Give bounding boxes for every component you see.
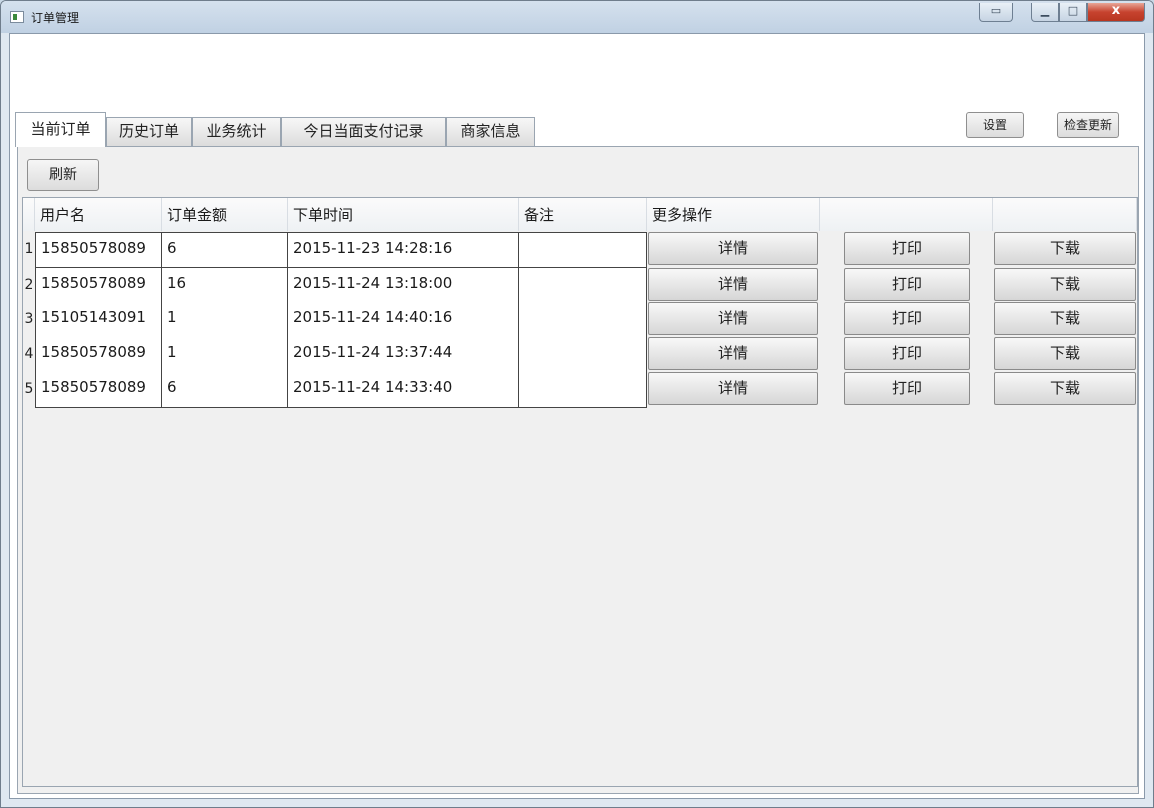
row-number: 2 [24, 277, 34, 293]
cell-user[interactable]: 15850578089 [35, 372, 162, 408]
cell-amount[interactable]: 6 [162, 372, 288, 408]
cell-note[interactable] [519, 232, 647, 268]
title-bar[interactable]: 订单管理 ▭ ▁ □ x [1, 1, 1153, 33]
tab-today-payments[interactable]: 今日当面支付记录 [281, 117, 446, 146]
cell-note[interactable] [519, 302, 647, 338]
app-window: 订单管理 ▭ ▁ □ x 当前订单 历史订单 业务统计 今日当面支付记录 商家信… [0, 0, 1154, 808]
check-update-button[interactable]: 检查更新 [1057, 112, 1119, 138]
cell-time[interactable]: 2015-11-24 14:40:16 [288, 302, 519, 338]
minimize-button[interactable]: ▁ [1031, 3, 1059, 22]
download-button[interactable]: 下载 [994, 268, 1136, 301]
cell-amount[interactable]: 6 [162, 232, 288, 268]
orders-table: 用户名 订单金额 下单时间 备注 更多操作 1 15850578089 6 20… [22, 197, 1138, 787]
column-header-time[interactable]: 下单时间 [288, 198, 519, 231]
tab-business-stats[interactable]: 业务统计 [192, 117, 281, 146]
client-area: 当前订单 历史订单 业务统计 今日当面支付记录 商家信息 设置 检查更新 刷新 … [9, 33, 1145, 799]
cell-user[interactable]: 15850578089 [35, 337, 162, 373]
tab-merchant-info[interactable]: 商家信息 [446, 117, 535, 146]
tab-history-orders[interactable]: 历史订单 [106, 117, 192, 146]
column-header-user[interactable]: 用户名 [35, 198, 162, 231]
cell-note[interactable] [519, 268, 647, 304]
cell-time[interactable]: 2015-11-23 14:28:16 [288, 232, 519, 268]
detail-button[interactable]: 详情 [648, 337, 818, 370]
detail-button[interactable]: 详情 [648, 372, 818, 405]
cell-note[interactable] [519, 372, 647, 408]
cell-time[interactable]: 2015-11-24 13:18:00 [288, 268, 519, 304]
cell-time[interactable]: 2015-11-24 13:37:44 [288, 337, 519, 373]
minimize-icon: ▁ [1040, 4, 1050, 17]
cell-amount[interactable]: 1 [162, 302, 288, 338]
row-number: 5 [24, 381, 34, 397]
maximize-button[interactable]: □ [1059, 3, 1087, 22]
cell-note[interactable] [519, 337, 647, 373]
detail-button[interactable]: 详情 [648, 268, 818, 301]
settings-button[interactable]: 设置 [966, 112, 1024, 138]
print-button[interactable]: 打印 [844, 268, 970, 301]
print-button[interactable]: 打印 [844, 302, 970, 335]
download-button[interactable]: 下载 [994, 302, 1136, 335]
cell-amount[interactable]: 1 [162, 337, 288, 373]
column-header-more-actions[interactable]: 更多操作 [647, 198, 820, 231]
cell-user[interactable]: 15850578089 [35, 232, 162, 268]
column-header-amount[interactable]: 订单金额 [162, 198, 288, 231]
download-button[interactable]: 下载 [994, 337, 1136, 370]
maximize-icon: □ [1067, 4, 1079, 17]
cell-amount[interactable]: 16 [162, 268, 288, 304]
refresh-button[interactable]: 刷新 [27, 159, 99, 191]
close-button[interactable]: x [1087, 3, 1145, 22]
row-number: 4 [24, 346, 34, 362]
tab-current-orders[interactable]: 当前订单 [15, 112, 106, 147]
cell-user[interactable]: 15850578089 [35, 268, 162, 304]
print-button[interactable]: 打印 [844, 337, 970, 370]
cell-time[interactable]: 2015-11-24 14:33:40 [288, 372, 519, 408]
detail-button[interactable]: 详情 [648, 302, 818, 335]
column-header-blank [820, 198, 993, 231]
download-button[interactable]: 下载 [994, 372, 1136, 405]
extra-window-button[interactable]: ▭ [979, 3, 1013, 22]
close-icon: x [1111, 3, 1121, 18]
row-number: 1 [24, 241, 34, 257]
app-icon [10, 11, 24, 23]
cell-user[interactable]: 15105143091 [35, 302, 162, 338]
column-header-blank [993, 198, 1137, 231]
print-button[interactable]: 打印 [844, 232, 970, 265]
print-button[interactable]: 打印 [844, 372, 970, 405]
column-header-note[interactable]: 备注 [519, 198, 647, 231]
row-header-corner [23, 198, 35, 231]
detail-button[interactable]: 详情 [648, 232, 818, 265]
window-title: 订单管理 [31, 11, 80, 25]
download-button[interactable]: 下载 [994, 232, 1136, 265]
row-number: 3 [24, 311, 34, 327]
